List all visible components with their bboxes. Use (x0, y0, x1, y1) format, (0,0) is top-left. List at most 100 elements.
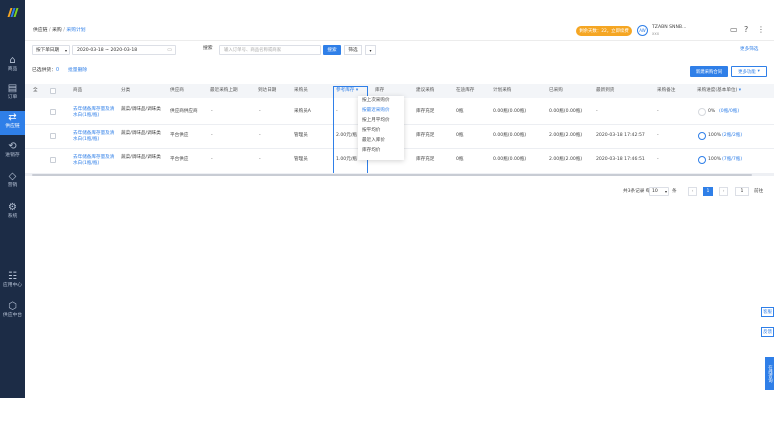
transit-cell: 0.00瓶(0.00瓶) (493, 133, 527, 138)
sidebar-item-products[interactable]: ⌂ 商品 (0, 54, 25, 78)
avatar[interactable]: AW (637, 25, 648, 36)
last-cycle-cell: - (211, 109, 213, 114)
chevron-down-icon: ▾ (369, 47, 372, 53)
sidebar-item-supply-platform[interactable]: ⬡ 供应中台 (0, 300, 25, 324)
goto-label[interactable]: 前往 (754, 189, 763, 195)
row-checkbox[interactable] (50, 109, 56, 115)
progress-value: 100% (708, 157, 722, 162)
sidebar-item-marketing[interactable]: ◇ 营销 (0, 170, 25, 194)
scrollbar-thumb[interactable] (32, 173, 752, 176)
buyer-cell: 管理员 (294, 157, 308, 162)
remark-cell: - (657, 133, 659, 138)
progress-value: 100% (708, 133, 722, 138)
goto-page-input[interactable]: 1 (735, 187, 749, 196)
plan-cell: 2.00瓶(2.00瓶) (549, 133, 583, 138)
next-page-button[interactable]: › (719, 187, 728, 196)
arrival-cell: - (259, 109, 261, 114)
sidebar-item-system[interactable]: ⚙ 系统 (0, 201, 25, 225)
sort-dropdown: 按上次采购价 按最近采购价 按上月平均价 按平均价 最近入库价 库存均价 (358, 96, 404, 160)
date-range-input[interactable]: 2020-03-18 ~ 2020-03-18 ▭ (72, 45, 176, 55)
breadcrumb-item[interactable]: 供应链 (33, 28, 47, 33)
plan-cell: 0.00瓶(0.00瓶) (549, 109, 583, 114)
prev-page-button[interactable]: ‹ (688, 187, 697, 196)
app-center-icon: ☷ (8, 271, 17, 282)
sidebar-item-app-center[interactable]: ☷ 应用中心 (0, 270, 25, 294)
more-actions-button[interactable]: 更多功能 ▾ (731, 66, 767, 77)
col-remark: 采购备注 (657, 88, 676, 93)
bottom-bar (0, 398, 774, 421)
header-divider (25, 40, 774, 41)
arrival-cell: - (259, 157, 261, 162)
help-icon[interactable]: ? (744, 26, 748, 34)
more-filters-link[interactable]: 更多筛选 (740, 47, 758, 53)
app-root: ⌂ 商品 ▤ 订单 ⇄ 供应链 ⟲ 进销存 ◇ 营销 ⚙ 系统 ☷ 应用中心 ⬡ 供应中台 供应… (0, 0, 774, 421)
date-type-select[interactable]: 按下单日期 ▾ (32, 45, 70, 55)
dropdown-item[interactable]: 最近入库价 (362, 138, 385, 144)
breadcrumb-current: 采购计划 (66, 28, 86, 33)
dropdown-item[interactable]: 按平均价 (362, 128, 380, 134)
breadcrumb-item[interactable]: 采购 (52, 28, 62, 33)
supplier-cell: 供应商供应商 (170, 109, 198, 114)
system-icon: ⚙ (8, 202, 17, 213)
sidebar-item-supply-chain[interactable]: ⇄ 供应链 (0, 111, 25, 135)
suggest-cell: 0瓶 (456, 133, 464, 138)
select-all-checkbox[interactable] (50, 88, 56, 94)
logo[interactable] (0, 0, 25, 24)
chevron-down-icon: ▾ (64, 47, 67, 53)
search-label: 搜索 (203, 46, 213, 51)
chat-icon[interactable]: ▭ (730, 26, 738, 34)
shop-icon: ⌂ (9, 55, 16, 66)
search-button[interactable]: 搜索 (323, 45, 341, 55)
product-link[interactable]: 去年储备库存量及清水白(1瓶/瓶) (73, 107, 117, 119)
dropdown-item-active[interactable]: 按最近采购价 (362, 108, 390, 114)
page-size-select[interactable]: 10 ▾ (649, 187, 669, 196)
latest-cell: 2020-03-18 17:46:51 (596, 157, 645, 162)
trial-badge[interactable]: 剩余天数：22，立即续费 (576, 26, 632, 36)
category-cell: 蔬菜/调味品/调味类 (121, 131, 161, 136)
product-link[interactable]: 去年储备库存量及清水白(1瓶/瓶) (73, 155, 117, 167)
sidebar-item-orders[interactable]: ▤ 订单 (0, 82, 25, 106)
stock-cell: 库存充足 (416, 109, 435, 114)
last-cycle-cell: - (211, 157, 213, 162)
dropdown-item[interactable]: 按上次采购价 (362, 98, 390, 104)
search-input[interactable]: 输入订单号、商品名称或商家 (219, 45, 321, 55)
col-category: 分类 (121, 88, 131, 93)
user-name[interactable]: TZABN SNNB... (652, 25, 686, 31)
page-number-current[interactable]: 1 (703, 187, 713, 196)
progress-ring (698, 132, 706, 140)
online-consult-tab[interactable]: 在线咨询 (765, 357, 774, 390)
stock-cell: 库存充足 (416, 133, 435, 138)
new-contract-button[interactable]: 新建采购合同 (690, 66, 728, 77)
progress-link[interactable]: (0瓶/0瓶) (719, 109, 739, 115)
latest-cell: 2020-03-18 17:42:57 (596, 133, 645, 138)
reset-button[interactable]: 筛选 (344, 45, 362, 55)
dropdown-item[interactable]: 库存均价 (362, 148, 380, 154)
col-stock: 库存 (375, 88, 385, 93)
bulk-delete-link[interactable]: 批量删除 (68, 68, 87, 74)
supplier-cell: 平台供应 (170, 133, 189, 138)
dropdown-item[interactable]: 按上月平均价 (362, 118, 390, 124)
chevron-left-icon: ‹ (691, 189, 694, 194)
remark-cell: - (657, 109, 659, 114)
progress-link[interactable]: (7瓶/7瓶) (722, 157, 742, 163)
col-latest: 最新到货 (596, 88, 615, 93)
product-link[interactable]: 去年储备库存量及清水白(1瓶/瓶) (73, 131, 117, 143)
feedback-tab[interactable]: 反馈 (761, 327, 774, 337)
filter-dropdown-button[interactable]: ▾ (365, 45, 376, 55)
customer-service-tab[interactable]: 客服 (761, 307, 774, 317)
col-last-cycle: 最近采购上期 (210, 88, 238, 93)
page-size-unit: 条 (672, 189, 677, 194)
more-icon[interactable]: ⋮ (757, 26, 765, 34)
stock-cell: 库存充足 (416, 157, 435, 162)
col-bought: 已采购 (549, 88, 563, 93)
row-checkbox[interactable] (50, 133, 56, 139)
header: 供应链 / 采购 / 采购计划 剩余天数：22，立即续费 AW TZABN SN… (25, 22, 774, 40)
col-transit: 在途库存 (456, 88, 475, 93)
sidebar: ⌂ 商品 ▤ 订单 ⇄ 供应链 ⟲ 进销存 ◇ 营销 ⚙ 系统 ☷ 应用中心 ⬡ 供应中台 (0, 0, 25, 398)
sidebar-item-inventory[interactable]: ⟲ 进销存 (0, 140, 25, 164)
row-checkbox[interactable] (50, 157, 56, 163)
buyer-cell: 管理员 (294, 133, 308, 138)
progress-link[interactable]: (2瓶/2瓶) (722, 133, 742, 139)
category-cell: 蔬菜/调味品/调味类 (121, 107, 161, 112)
col-progress: 采购进度(基本单位) ▾ (697, 88, 742, 93)
